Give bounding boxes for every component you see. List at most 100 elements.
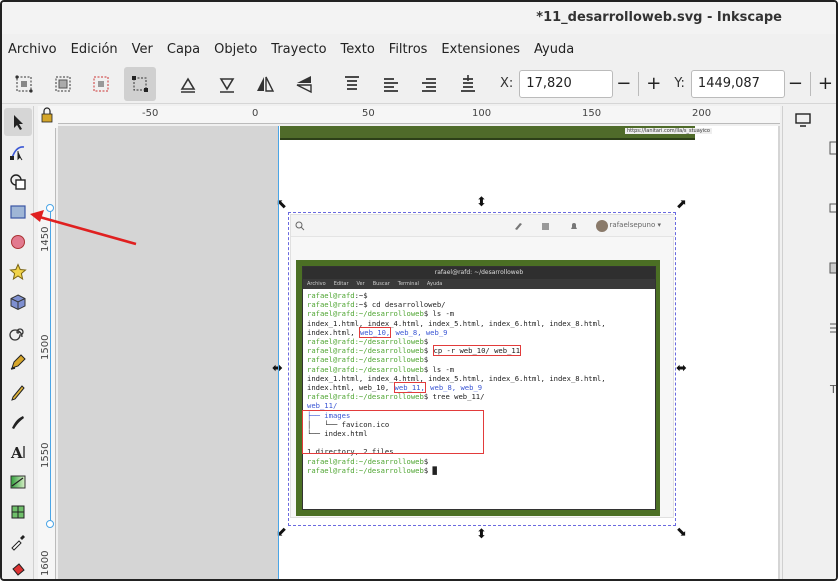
node-tool[interactable] xyxy=(4,138,32,166)
calligraphy-tool[interactable] xyxy=(4,408,32,436)
rectangle-icon xyxy=(10,205,26,219)
raise-button[interactable] xyxy=(375,67,408,101)
paint-bucket-tool[interactable] xyxy=(4,556,32,579)
scale-handle-top[interactable]: ⬍ xyxy=(476,196,487,209)
raise-to-top-icon xyxy=(345,75,360,90)
menu-filtros[interactable]: Filtros xyxy=(389,42,428,57)
selector-tool[interactable] xyxy=(4,108,32,136)
ruler-label: 100 xyxy=(472,108,492,119)
deselect-button[interactable] xyxy=(85,67,118,101)
svg-text:A: A xyxy=(10,444,23,461)
image-url-text: https://lanitari.com/lla/s_stuayico xyxy=(625,128,712,134)
select-all-icon xyxy=(15,74,33,93)
select-all-button[interactable] xyxy=(8,67,41,101)
star-tool[interactable] xyxy=(4,258,32,286)
menu-ayuda[interactable]: Ayuda xyxy=(534,42,574,57)
scale-handle-right[interactable]: ⬌ xyxy=(676,362,687,375)
layers-icon xyxy=(829,203,836,213)
flip-vertical-icon xyxy=(296,75,312,93)
align-icon xyxy=(830,323,836,333)
pencil-tool[interactable] xyxy=(4,378,32,406)
dock-icon-3[interactable] xyxy=(823,256,836,280)
3d-box-tool[interactable] xyxy=(4,288,32,316)
drawing-canvas[interactable]: https://lanitari.com/lla/s_stuayico rafa… xyxy=(58,126,780,579)
fill-icon xyxy=(829,262,836,274)
pen-tool[interactable] xyxy=(4,348,32,376)
menu-objeto[interactable]: Objeto xyxy=(214,42,257,57)
text-tool[interactable]: A xyxy=(4,438,32,466)
image-strip[interactable]: https://lanitari.com/lla/s_stuayico xyxy=(280,126,712,140)
node-edit-icon xyxy=(10,146,25,161)
ellipse-icon xyxy=(11,235,25,249)
divider xyxy=(638,71,640,96)
gradient-icon xyxy=(10,475,26,489)
dropper-tool[interactable] xyxy=(4,528,32,556)
spiral-tool[interactable] xyxy=(4,318,32,346)
pen-icon xyxy=(10,354,26,370)
shape-builder-tool[interactable] xyxy=(4,168,32,196)
star-icon xyxy=(9,263,27,281)
ruler-corner-lock[interactable] xyxy=(38,106,58,128)
x-decrement-button[interactable]: − xyxy=(613,70,634,98)
tool-controls-bar: X: − + Y: − + xyxy=(2,64,836,104)
menu-texto[interactable]: Texto xyxy=(341,42,375,57)
dock-icon-4[interactable] xyxy=(823,316,836,340)
lower-to-bottom-icon xyxy=(460,74,475,92)
scale-handle-top-right[interactable]: ⬈ xyxy=(676,198,687,211)
lower-to-bottom-button[interactable] xyxy=(452,67,485,101)
dock-icon-2[interactable] xyxy=(823,196,836,220)
menu-ver[interactable]: Ver xyxy=(132,42,153,57)
mesh-tool[interactable] xyxy=(4,498,32,526)
scale-handle-bottom-right[interactable]: ⬊ xyxy=(676,526,687,539)
scale-handle-bottom[interactable]: ⬍ xyxy=(476,528,487,541)
y-label: Y: xyxy=(674,76,685,91)
menu-trayecto[interactable]: Trayecto xyxy=(271,42,326,57)
menu-capa[interactable]: Capa xyxy=(167,42,200,57)
paint-bucket-icon xyxy=(12,563,25,576)
guide-anchor-bottom[interactable] xyxy=(46,520,54,528)
right-dock: T xyxy=(782,106,836,579)
touch-select-button[interactable] xyxy=(123,66,156,101)
rotate-cw-button[interactable] xyxy=(211,67,244,101)
gradient-tool[interactable] xyxy=(4,468,32,496)
raise-to-top-button[interactable] xyxy=(336,67,369,101)
deselect-icon xyxy=(93,76,109,91)
x-increment-button[interactable]: + xyxy=(643,70,664,98)
vertical-guide[interactable] xyxy=(278,126,279,579)
y-decrement-button[interactable]: − xyxy=(785,70,806,98)
toolbox: A xyxy=(2,106,34,579)
ruler-label: -50 xyxy=(142,108,159,119)
inkscape-window: *11_desarrolloweb.svg - Inkscape Archivo… xyxy=(0,0,838,581)
monitor-icon xyxy=(795,113,811,127)
menu-edicion[interactable]: Edición xyxy=(71,42,118,57)
y-coordinate-input[interactable] xyxy=(690,69,785,98)
dock-icon-1[interactable] xyxy=(823,136,836,160)
raise-icon xyxy=(383,77,398,92)
y-increment-button[interactable]: + xyxy=(815,70,836,98)
3d-box-icon xyxy=(10,294,26,311)
select-all-layers-icon xyxy=(55,76,71,91)
selection-bbox xyxy=(288,212,676,526)
menu-extensiones[interactable]: Extensiones xyxy=(441,42,520,57)
display-mode-button[interactable] xyxy=(791,108,815,132)
ruler-label: 0 xyxy=(252,108,259,119)
horizontal-ruler[interactable]: -50 0 50 100 150 200 xyxy=(58,106,780,124)
dock-icon-5[interactable]: T xyxy=(823,376,836,400)
text-icon: A xyxy=(10,444,25,461)
ruler-label: 200 xyxy=(692,108,712,119)
shape-builder-icon xyxy=(10,174,26,190)
x-coordinate-input[interactable] xyxy=(519,69,614,98)
menu-archivo[interactable]: Archivo xyxy=(8,42,57,57)
arrow-pointer-icon xyxy=(14,115,23,130)
rotate-ccw-button[interactable] xyxy=(172,67,205,101)
lower-button[interactable] xyxy=(413,67,446,101)
flip-horizontal-button[interactable] xyxy=(249,67,282,101)
red-arrow-annotation xyxy=(30,210,137,246)
vertical-ruler[interactable]: 1450 1500 1550 1600 xyxy=(38,128,56,579)
select-all-layers-button[interactable] xyxy=(47,67,80,101)
lock-icon xyxy=(41,107,53,123)
rotate-ccw-icon xyxy=(180,76,196,93)
flip-vertical-button[interactable] xyxy=(288,67,321,101)
mesh-icon xyxy=(11,505,25,519)
lower-icon xyxy=(422,77,437,92)
